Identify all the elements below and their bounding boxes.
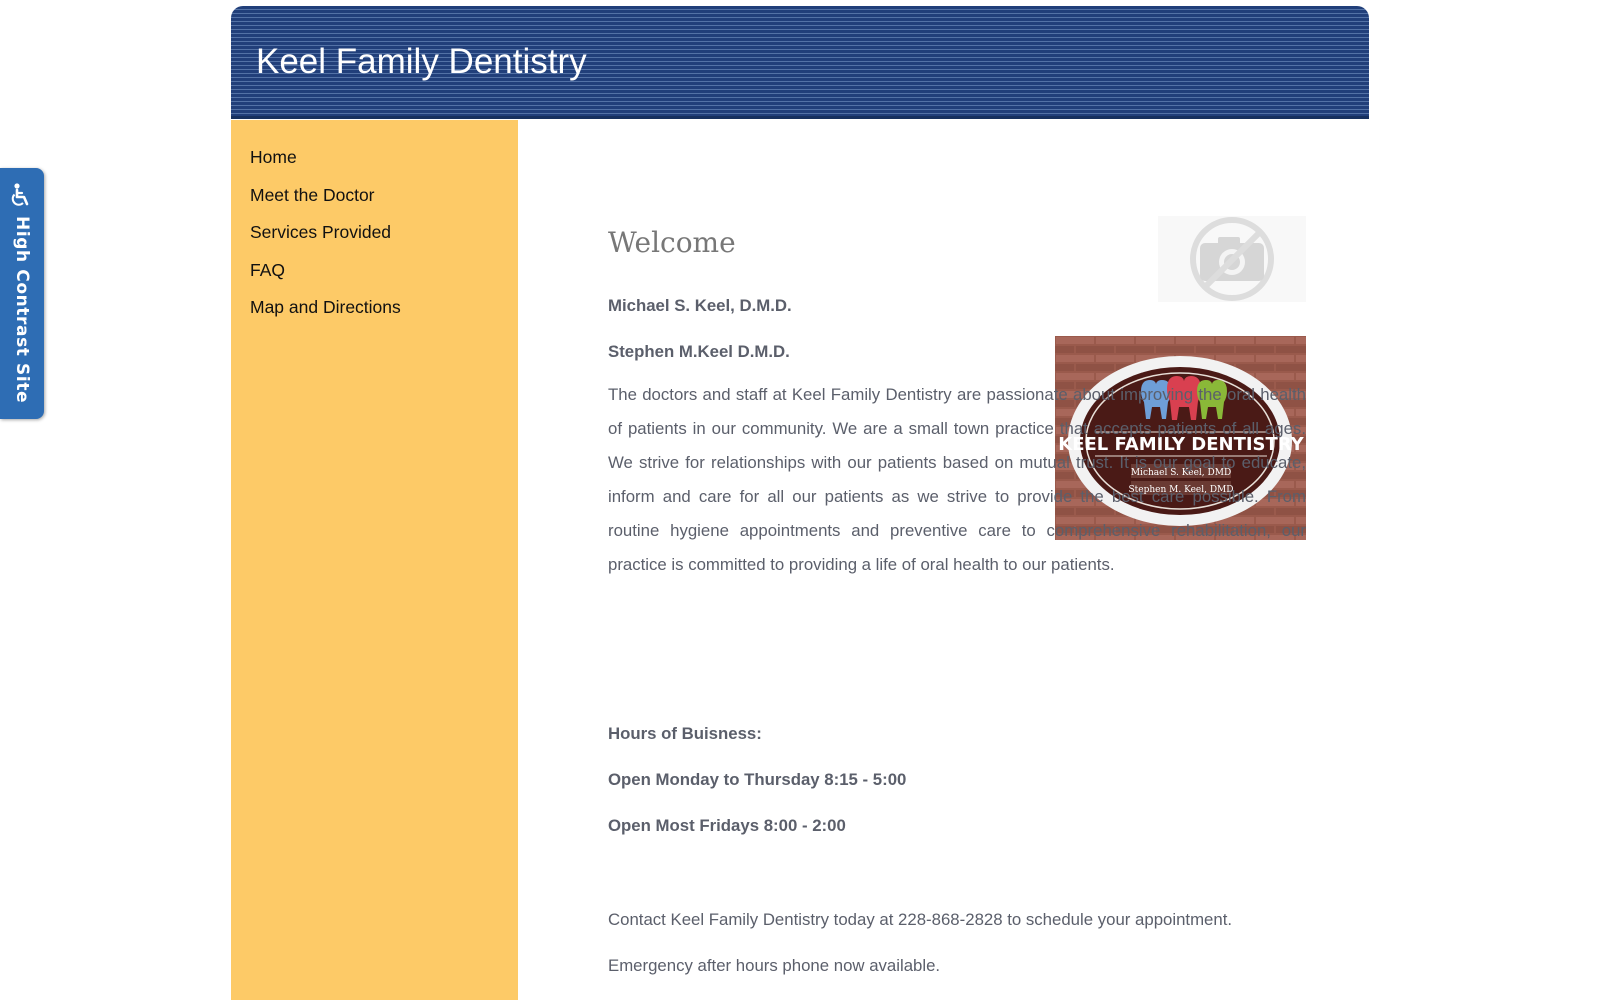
main-content: Welcome Michael S. Keel, D.M.D. Stephen … [608, 120, 1306, 1000]
main-nav: Home Meet the Doctor Services Provided F… [250, 146, 401, 334]
site-header: Keel Family Dentistry [231, 6, 1369, 119]
nav-link-faq[interactable]: FAQ [250, 259, 285, 281]
hours-fridays: Open Most Fridays 8:00 - 2:00 [608, 816, 846, 835]
nav-link-meet-the-doctor[interactable]: Meet the Doctor [250, 184, 375, 206]
sidebar: Home Meet the Doctor Services Provided F… [231, 120, 518, 1000]
wheelchair-icon [11, 183, 29, 206]
nav-link-services-provided[interactable]: Services Provided [250, 221, 391, 243]
emergency-text: Emergency after hours phone now availabl… [608, 956, 941, 975]
nav-item-faq: FAQ [250, 259, 401, 297]
nav-item-map-and-directions: Map and Directions [250, 296, 401, 334]
contact-text: Contact Keel Family Dentistry today at 2… [608, 910, 1233, 929]
intro-paragraph: The doctors and staff at Keel Family Den… [608, 385, 1306, 574]
high-contrast-toggle[interactable]: High Contrast Site [0, 168, 44, 419]
missing-image-placeholder-icon [1158, 216, 1306, 302]
page-heading: Welcome [608, 226, 736, 259]
nav-item-home: Home [250, 146, 401, 184]
nav-item-services-provided: Services Provided [250, 221, 401, 259]
doctor-name-2: Stephen M.Keel D.M.D. [608, 342, 790, 361]
site-title: Keel Family Dentistry [256, 42, 587, 81]
hours-weekdays: Open Monday to Thursday 8:15 - 5:00 [608, 770, 907, 789]
hours-heading: Hours of Buisness: [608, 724, 762, 743]
doctor-name-1: Michael S. Keel, D.M.D. [608, 296, 792, 315]
high-contrast-label: High Contrast Site [12, 216, 32, 404]
nav-link-map-and-directions[interactable]: Map and Directions [250, 296, 401, 318]
nav-item-meet-the-doctor: Meet the Doctor [250, 184, 401, 222]
nav-link-home[interactable]: Home [250, 146, 297, 168]
